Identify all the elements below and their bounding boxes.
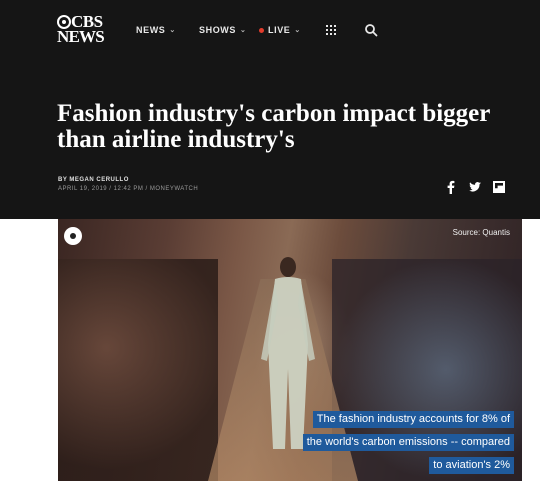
twitter-icon[interactable] — [468, 180, 482, 194]
audience-left — [58, 259, 218, 481]
nav-label-shows: SHOWS — [199, 25, 237, 35]
grid-icon[interactable] — [326, 25, 336, 35]
cbs-news-logo[interactable]: CBS NEWS — [57, 13, 105, 46]
logo-text-news: NEWS — [57, 27, 105, 46]
live-dot-icon — [259, 27, 264, 33]
search-icon[interactable] — [364, 23, 378, 37]
nav-label-live: LIVE — [268, 25, 291, 35]
video-source-label: Source: Quantis — [452, 228, 510, 237]
caption-line: The fashion industry accounts for 8% of — [312, 411, 514, 428]
article-title: Fashion industry's carbon impact bigger … — [57, 100, 490, 153]
nav-item-news[interactable]: NEWS ⌄ — [136, 23, 176, 37]
nav-label-news: NEWS — [136, 25, 166, 35]
article-dateline: APRIL 19, 2019 / 12:42 PM / MONEYWATCH — [58, 186, 199, 192]
video-caption: The fashion industry accounts for 8% of … — [302, 409, 514, 478]
site-header: CBS NEWS NEWS ⌄ SHOWS ⌄ LIVE ⌄ Fashion i… — [0, 0, 540, 219]
cbs-eye-watermark-icon — [64, 227, 82, 245]
chevron-down-icon: ⌄ — [294, 27, 301, 34]
nav-item-live[interactable]: LIVE ⌄ — [259, 23, 301, 37]
flipboard-icon[interactable] — [492, 180, 506, 194]
video-player[interactable]: Source: Quantis The fashion industry acc… — [58, 219, 522, 481]
facebook-icon[interactable] — [444, 180, 458, 194]
nav-item-shows[interactable]: SHOWS ⌄ — [199, 23, 246, 37]
chevron-down-icon: ⌄ — [169, 27, 176, 34]
chevron-down-icon: ⌄ — [240, 27, 247, 34]
caption-line: the world's carbon emissions -- compared — [302, 434, 514, 451]
article-byline: BY MEGAN CERULLO — [58, 177, 129, 183]
caption-line: to aviation's 2% — [429, 457, 514, 474]
